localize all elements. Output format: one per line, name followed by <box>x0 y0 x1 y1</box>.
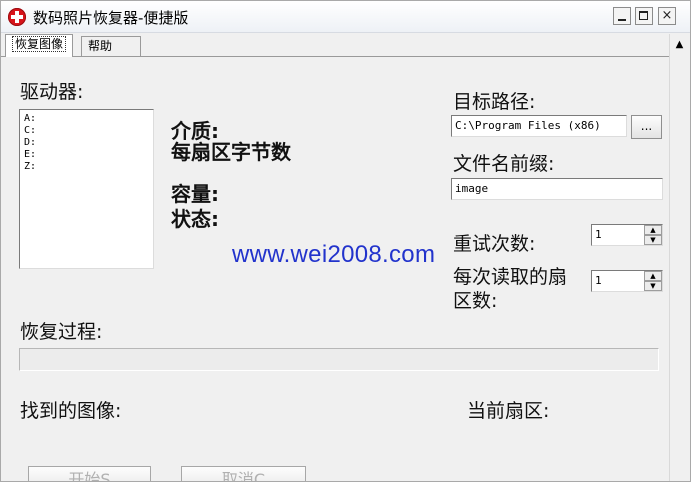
tab-strip: 恢复图像 帮助 <box>1 33 671 57</box>
filename-prefix-input[interactable]: image <box>451 178 663 200</box>
found-images-label: 找到的图像: <box>20 400 122 422</box>
spin-up-icon[interactable]: ▲ <box>644 225 662 235</box>
drive-item[interactable]: E: <box>24 149 149 161</box>
tab-recover-images-label: 恢复图像 <box>12 36 67 52</box>
drive-item[interactable]: D: <box>24 137 149 149</box>
spin-down-icon[interactable]: ▼ <box>644 235 662 245</box>
tab-divider <box>1 56 669 57</box>
recovery-progress-bar <box>19 348 659 371</box>
maximize-button[interactable] <box>635 7 653 25</box>
close-button[interactable]: × <box>658 7 676 25</box>
spin-up-icon[interactable]: ▲ <box>644 271 662 281</box>
maximize-icon <box>639 11 648 20</box>
tab-recover-images[interactable]: 恢复图像 <box>5 34 74 57</box>
current-sector-label: 当前扇区: <box>467 400 550 422</box>
cancel-button[interactable]: 取消C <box>181 466 306 481</box>
sectors-per-read-label: 每次读取的扇区数: <box>453 266 568 312</box>
scroll-up-icon[interactable]: ▲ <box>671 36 688 53</box>
spin-down-icon[interactable]: ▼ <box>644 281 662 291</box>
site-watermark: www.wei2008.com <box>232 241 436 268</box>
drive-item[interactable]: C: <box>24 125 149 137</box>
drive-list[interactable]: A: C: D: E: Z: <box>19 109 154 269</box>
filename-prefix-label: 文件名前缀: <box>453 153 555 175</box>
sectors-spin-buttons[interactable]: ▲ ▼ <box>644 271 662 291</box>
vertical-scrollbar[interactable]: ▲ <box>669 34 689 481</box>
tab-help[interactable]: 帮助 <box>81 36 141 56</box>
minimize-icon <box>618 19 626 21</box>
target-path-input[interactable]: C:\Program Files (x86) <box>451 115 627 137</box>
app-red-cross-icon <box>8 8 26 26</box>
start-button[interactable]: 开始S <box>28 466 151 481</box>
drives-label: 驱动器: <box>20 81 84 103</box>
app-window: 数码照片恢复器-便捷版 × 恢复图像 帮助 ▲ 驱动器: A: C: D: E:… <box>0 0 691 482</box>
browse-button[interactable]: ... <box>631 115 662 139</box>
retries-stepper[interactable]: 1 ▲ ▼ <box>591 224 663 246</box>
title-bar: 数码照片恢复器-便捷版 × <box>1 1 690 33</box>
status-label: 状态: <box>171 207 219 231</box>
bytes-per-sector-label: 每扇区字节数 <box>171 140 291 164</box>
retries-label: 重试次数: <box>453 233 536 255</box>
target-path-label: 目标路径: <box>453 91 536 113</box>
drive-item[interactable]: Z: <box>24 161 149 173</box>
drive-item[interactable]: A: <box>24 113 149 125</box>
window-title: 数码照片恢复器-便捷版 <box>33 9 189 27</box>
minimize-button[interactable] <box>613 7 631 25</box>
sectors-per-read-stepper[interactable]: 1 ▲ ▼ <box>591 270 663 292</box>
progress-label: 恢复过程: <box>20 321 103 343</box>
retries-spin-buttons[interactable]: ▲ ▼ <box>644 225 662 245</box>
